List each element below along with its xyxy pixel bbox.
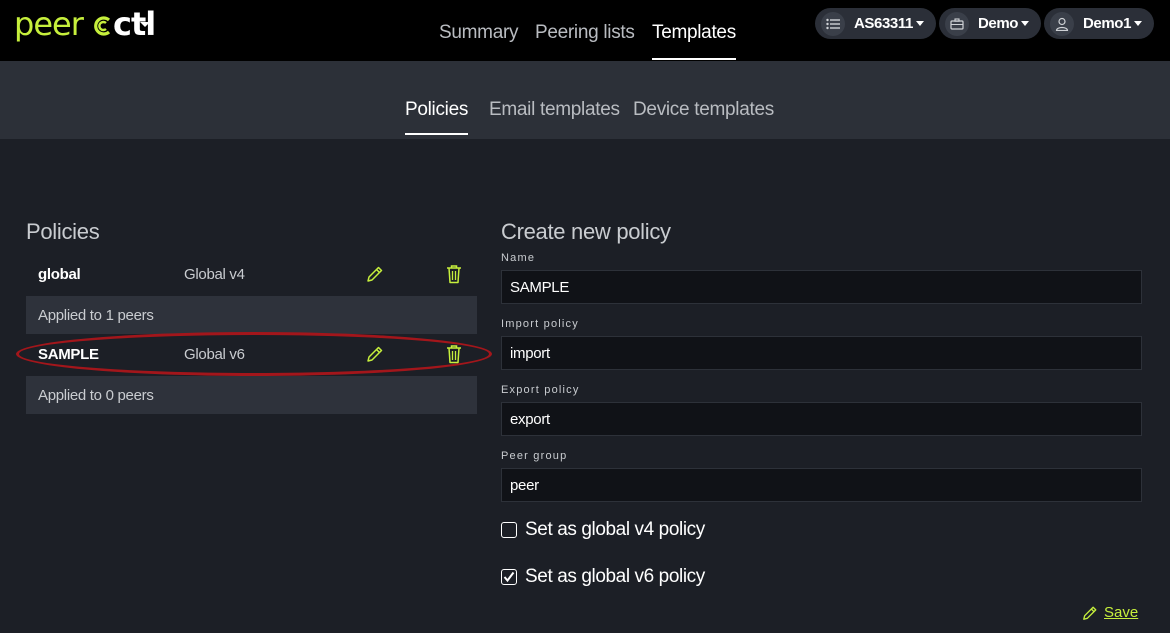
user-icon	[1050, 11, 1074, 36]
policy-desc: Global v4	[184, 265, 245, 283]
policy-applied-count: Applied to 1 peers	[26, 296, 477, 334]
name-field[interactable]: SAMPLE	[501, 270, 1142, 304]
tab-policies[interactable]: Policies	[405, 99, 468, 135]
global-v6-checkbox[interactable]	[501, 569, 517, 585]
export-policy-field[interactable]: export	[501, 402, 1142, 436]
policy-row: global Global v4	[26, 255, 477, 293]
sub-nav: Policies Email templates Device template…	[0, 61, 1170, 139]
checkmark-icon	[503, 571, 515, 583]
pencil-icon[interactable]	[366, 265, 384, 283]
user-label: Demo1	[1083, 15, 1132, 32]
tab-device-templates[interactable]: Device templates	[633, 99, 774, 133]
create-policy-heading: Create new policy	[501, 219, 671, 244]
asn-label: AS63311	[854, 15, 913, 32]
global-v4-checkbox[interactable]	[501, 522, 517, 538]
nav-peering-lists[interactable]: Peering lists	[535, 22, 635, 58]
nav-templates[interactable]: Templates	[652, 22, 736, 60]
user-menu[interactable]: Demo1	[1044, 8, 1155, 39]
global-v6-label: Set as global v6 policy	[525, 566, 705, 587]
top-bar: peer ctl Summary Peering lists Templates…	[0, 0, 1170, 61]
pencil-icon	[1083, 606, 1097, 620]
save-button[interactable]: Save	[1082, 604, 1138, 621]
tab-email-templates[interactable]: Email templates	[489, 99, 620, 133]
list-icon	[821, 11, 845, 36]
asn-selector[interactable]: AS63311	[815, 8, 936, 39]
org-label: Demo	[978, 15, 1019, 32]
nav-summary[interactable]: Summary	[439, 22, 519, 58]
chevron-down-icon	[1021, 21, 1030, 26]
global-v4-label: Set as global v4 policy	[525, 519, 705, 540]
org-selector[interactable]: Demo	[939, 8, 1042, 39]
name-label: Name	[501, 252, 536, 264]
import-policy-label: Import policy	[501, 318, 579, 330]
policies-heading: Policies	[26, 219, 100, 244]
save-label: Save	[1104, 604, 1139, 621]
peer-group-field[interactable]: peer	[501, 468, 1142, 502]
import-policy-field[interactable]: import	[501, 336, 1142, 370]
peer-group-label: Peer group	[501, 450, 568, 462]
chevron-down-icon	[1134, 21, 1143, 26]
export-policy-label: Export policy	[501, 384, 580, 396]
trash-icon[interactable]	[445, 264, 463, 284]
chevron-down-icon	[915, 21, 924, 26]
global-v6-option[interactable]: Set as global v6 policy	[501, 566, 705, 588]
global-v4-option[interactable]: Set as global v4 policy	[501, 519, 705, 541]
policy-name: global	[38, 265, 81, 283]
policy-applied-count: Applied to 0 peers	[26, 376, 477, 414]
highlight-annotation	[16, 332, 492, 376]
briefcase-icon	[945, 11, 969, 36]
